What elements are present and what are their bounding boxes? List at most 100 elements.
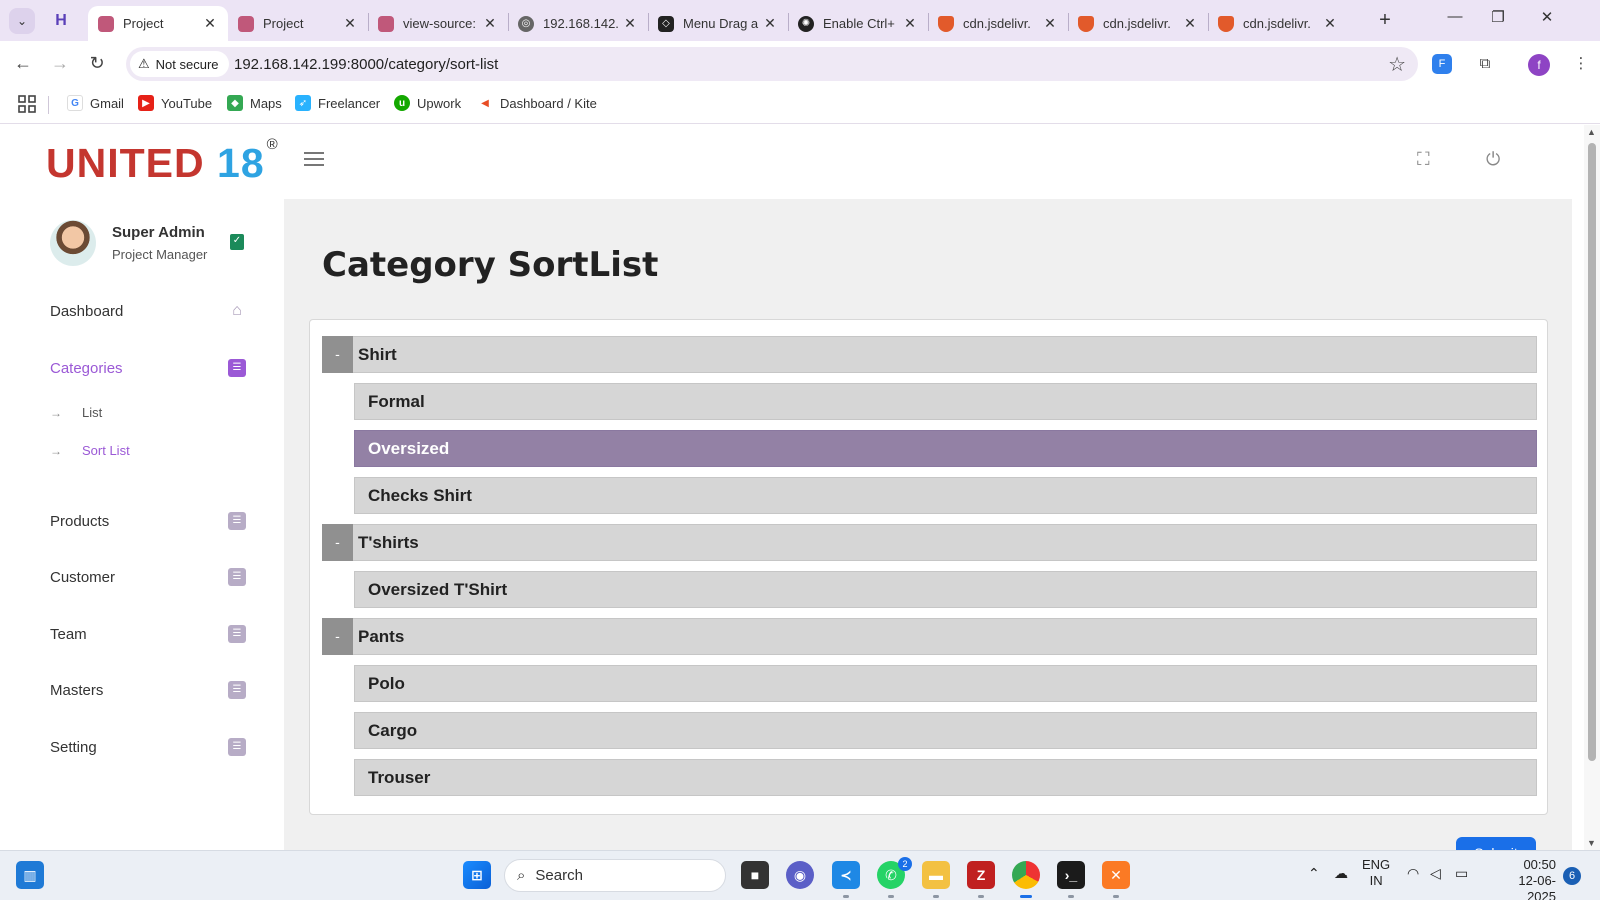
project-favicon-icon [238, 15, 254, 32]
sidebar-subitem-list[interactable]: → List [50, 405, 102, 420]
address-bar[interactable]: ⚠ Not secure 192.168.142.199:8000/catego… [126, 47, 1418, 81]
widgets-icon[interactable]: ▥ [16, 861, 44, 889]
scroll-down-icon[interactable]: ▼ [1587, 838, 1596, 848]
collapse-toggle-button[interactable]: - [322, 618, 353, 655]
sidebar-item-dashboard[interactable]: Dashboard ⌂ [50, 299, 246, 323]
scrollbar-thumb[interactable] [1588, 143, 1596, 761]
brand-logo[interactable]: UNITED 18 ® [46, 136, 278, 187]
subcategory-row[interactable]: Cargo [354, 712, 1537, 749]
new-tab-button[interactable]: + [1373, 9, 1397, 33]
subcategory-row[interactable]: Checks Shirt [354, 477, 1537, 514]
sidebar-item-categories[interactable]: Categories ☰ [50, 356, 246, 380]
site-info-button[interactable]: ⚠ Not secure [130, 51, 229, 77]
windows-start-icon[interactable]: ⊞ [463, 861, 491, 889]
close-icon[interactable]: ✕ [1042, 15, 1058, 32]
bookmark-freelancer[interactable]: ➶ Freelancer [295, 95, 380, 111]
battery-icon[interactable]: ▭ [1455, 865, 1468, 882]
sidebar-item-customer[interactable]: Customer ☰ [50, 565, 246, 589]
close-icon[interactable]: ✕ [762, 15, 778, 32]
subcategory-row[interactable]: Oversized T'Shirt [354, 571, 1537, 608]
volume-icon[interactable]: ◁ [1430, 865, 1441, 882]
scroll-up-icon[interactable]: ▲ [1587, 127, 1596, 137]
tab-title: cdn.jsdelivr. [1103, 16, 1171, 31]
category-label: Shirt [358, 344, 397, 364]
close-icon[interactable]: ✕ [1322, 15, 1338, 32]
sidebar-item-products[interactable]: Products ☰ [50, 509, 246, 533]
close-icon[interactable]: ✕ [482, 15, 498, 32]
globe-icon: ◎ [518, 15, 534, 32]
app-shortcut-icon[interactable]: H [50, 10, 72, 32]
task-view-icon[interactable]: ■ [741, 861, 769, 889]
tab-cdn-2[interactable]: cdn.jsdelivr. ✕ [1068, 6, 1208, 41]
file-explorer-icon[interactable]: ▬ [922, 861, 950, 889]
url-text[interactable]: 192.168.142.199:8000/category/sort-list [234, 56, 498, 73]
sidebar-item-team[interactable]: Team ☰ [50, 622, 246, 646]
apps-grid-icon[interactable] [18, 95, 36, 113]
security-label: Not secure [155, 56, 219, 72]
extension-icon[interactable]: F [1432, 54, 1452, 74]
power-icon[interactable]: ⏻ [1486, 149, 1500, 170]
filezilla-icon[interactable]: Z [967, 861, 995, 889]
profile-avatar[interactable]: f [1528, 54, 1550, 76]
bookmark-star-icon[interactable]: ☆ [1388, 52, 1406, 77]
bookmark-youtube[interactable]: ▶ YouTube [138, 95, 212, 111]
tab-ip[interactable]: ◎ 192.168.142. ✕ [508, 6, 648, 41]
collapse-toggle-button[interactable]: - [322, 336, 353, 373]
restore-button[interactable]: ❐ [1483, 8, 1513, 32]
window-close-button[interactable]: ✕ [1532, 8, 1562, 32]
clock[interactable]: 00:50 12-06-2025 [1490, 857, 1556, 900]
tab-cdn-1[interactable]: cdn.jsdelivr. ✕ [928, 6, 1068, 41]
tab-search-button[interactable]: ⌄ [9, 8, 35, 34]
chevron-up-icon[interactable]: ⌃ [1308, 865, 1320, 882]
taskbar-search-input[interactable]: ⌕ Search [504, 859, 726, 892]
category-row-tshirts[interactable]: - T'shirts [322, 524, 1537, 561]
vscode-icon[interactable]: ≺ [832, 861, 860, 889]
sidebar-item-label: Sort List [82, 443, 130, 458]
chrome-icon[interactable] [1012, 861, 1040, 889]
page-scrollbar[interactable]: ▲ ▼ [1584, 125, 1600, 850]
close-icon[interactable]: ✕ [202, 15, 218, 32]
submit-button[interactable]: Submit [1456, 837, 1536, 850]
cloud-off-icon[interactable]: ☁ [1334, 865, 1348, 882]
bookmark-upwork[interactable]: u Upwork [394, 95, 461, 111]
close-icon[interactable]: ✕ [1182, 15, 1198, 32]
sidebar-subitem-sort-list[interactable]: → Sort List [50, 443, 130, 458]
bookmark-kite[interactable]: ◀ Dashboard / Kite [477, 95, 597, 111]
category-row-pants[interactable]: - Pants [322, 618, 1537, 655]
language-indicator[interactable]: ENG IN [1362, 857, 1390, 889]
fullscreen-icon[interactable]: ⛶ [1417, 149, 1430, 170]
xampp-icon[interactable]: ✕ [1102, 861, 1130, 889]
subcategory-row-dragging[interactable]: Oversized [354, 430, 1537, 467]
category-row-shirt[interactable]: - Shirt [322, 336, 1537, 373]
avatar[interactable] [50, 220, 96, 266]
puzzle-icon[interactable]: ⧉ [1472, 51, 1498, 77]
subcategory-row[interactable]: Polo [354, 665, 1537, 702]
minimize-button[interactable]: — [1440, 8, 1470, 32]
notification-count-badge[interactable]: 6 [1563, 867, 1581, 885]
forward-button[interactable]: → [47, 51, 73, 77]
bookmark-maps[interactable]: ◆ Maps [227, 95, 282, 111]
wifi-icon[interactable]: ◠ [1407, 865, 1419, 882]
subcategory-row[interactable]: Trouser [354, 759, 1537, 796]
tab-enable-ctrl[interactable]: ✺ Enable Ctrl+ ✕ [788, 6, 928, 41]
kebab-menu-icon[interactable]: ⋮ [1568, 51, 1594, 77]
collapse-toggle-button[interactable]: - [322, 524, 353, 561]
close-icon[interactable]: ✕ [902, 15, 918, 32]
subcategory-row[interactable]: Formal [354, 383, 1537, 420]
tab-project-active[interactable]: Project ✕ [88, 6, 228, 41]
back-button[interactable]: ← [10, 51, 36, 77]
bookmark-gmail[interactable]: G Gmail [67, 95, 124, 111]
hamburger-menu-icon[interactable] [304, 152, 324, 168]
close-icon[interactable]: ✕ [622, 15, 638, 32]
sidebar-item-setting[interactable]: Setting ☰ [50, 735, 246, 759]
terminal-icon[interactable]: ›_ [1057, 861, 1085, 889]
reload-button[interactable]: ↻ [84, 51, 110, 77]
tab-menu-drag[interactable]: ◇ Menu Drag a ✕ [648, 6, 788, 41]
close-icon[interactable]: ✕ [342, 15, 358, 32]
running-indicator [843, 895, 849, 898]
chat-icon[interactable]: ◉ [786, 861, 814, 889]
tab-view-source[interactable]: view-source: ✕ [368, 6, 508, 41]
tab-cdn-3[interactable]: cdn.jsdelivr. ✕ [1208, 6, 1348, 41]
tab-project[interactable]: Project ✕ [228, 6, 368, 41]
sidebar-item-masters[interactable]: Masters ☰ [50, 678, 246, 702]
